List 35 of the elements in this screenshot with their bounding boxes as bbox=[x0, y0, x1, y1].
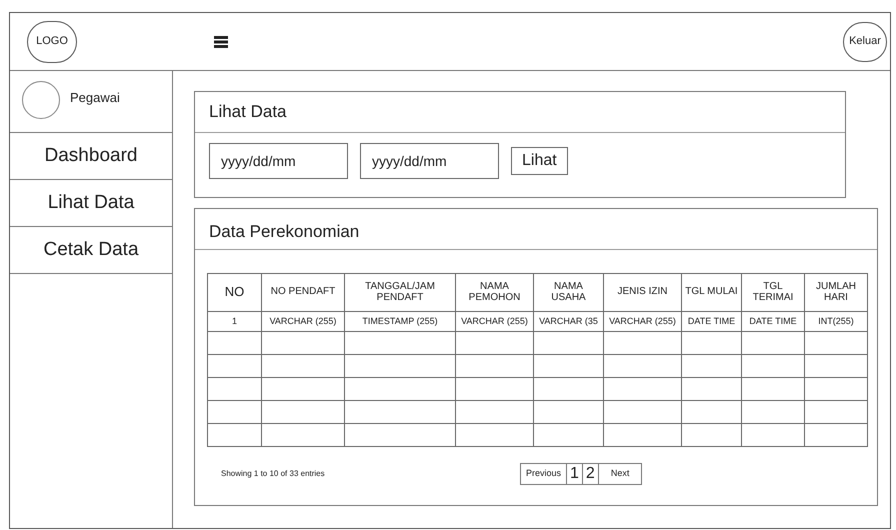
table-cell: VARCHAR (255) bbox=[609, 316, 676, 326]
table-cell: VARCHAR (35 bbox=[539, 316, 598, 326]
table-cell: 1 bbox=[232, 316, 237, 326]
column-header: TGL MULAI bbox=[685, 286, 738, 298]
date-field[interactable]: yyyy/dd/mm bbox=[209, 143, 348, 179]
column-header: NAMA USAHA bbox=[551, 281, 586, 302]
page-button[interactable]: 1 bbox=[566, 464, 582, 484]
next-button[interactable]: Next bbox=[598, 464, 642, 484]
view-button[interactable]: Lihat bbox=[511, 147, 568, 175]
table-cell: DATE TIME bbox=[749, 316, 797, 326]
column-header: JUMLAH HARI bbox=[816, 281, 856, 302]
logout-button[interactable]: Keluar bbox=[843, 22, 887, 62]
table-cell: DATE TIME bbox=[688, 316, 736, 326]
column-header: TGL TERIMAI bbox=[752, 281, 794, 302]
user-name: Pegawai bbox=[70, 89, 120, 107]
nav-item[interactable]: Cetak Data bbox=[10, 227, 172, 274]
table-cell: INT(255) bbox=[818, 316, 854, 326]
entries-info: Showing 1 to 10 of 33 entries bbox=[221, 468, 326, 480]
previous-button[interactable]: Previous bbox=[521, 464, 566, 484]
table-cell: TIMESTAMP (255) bbox=[362, 316, 438, 326]
nav-item[interactable]: Lihat Data bbox=[10, 180, 172, 227]
panel-title: Lihat Data bbox=[209, 101, 286, 124]
nav-item[interactable]: Dashboard bbox=[10, 133, 172, 180]
table-cell: VARCHAR (255) bbox=[270, 316, 336, 326]
menu-icon[interactable] bbox=[214, 36, 228, 48]
panel-title: Data Perekonomian bbox=[209, 220, 360, 242]
column-header: JENIS IZIN bbox=[617, 286, 668, 298]
table-cell: VARCHAR (255) bbox=[461, 316, 528, 326]
column-header: TANGGAL/JAM PENDAFT bbox=[365, 281, 435, 302]
column-header: NO bbox=[224, 284, 244, 300]
logo: LOGO bbox=[27, 20, 77, 62]
column-header: NAMA PEMOHON bbox=[468, 281, 520, 302]
page-button[interactable]: 2 bbox=[582, 464, 598, 484]
date-field[interactable]: yyyy/dd/mm bbox=[360, 143, 499, 179]
column-header: NO PENDAFT bbox=[270, 286, 336, 298]
